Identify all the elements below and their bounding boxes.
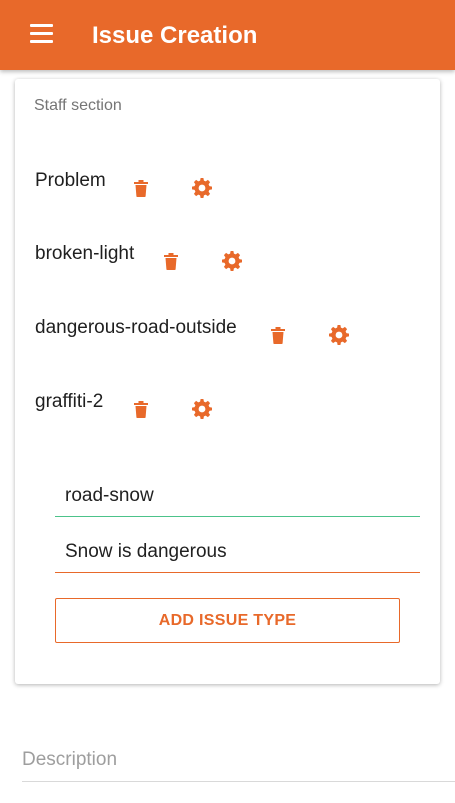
issue-type-label: graffiti-2 bbox=[35, 391, 104, 412]
gear-icon[interactable] bbox=[221, 250, 243, 272]
issue-type-row: dangerous-road-outside bbox=[35, 317, 375, 357]
issue-type-name-input[interactable] bbox=[55, 477, 420, 515]
page-title: Issue Creation bbox=[92, 22, 258, 49]
input-underline bbox=[55, 572, 420, 573]
input-underline bbox=[22, 781, 455, 782]
gear-icon[interactable] bbox=[328, 324, 350, 346]
issue-type-row: graffiti-2 bbox=[35, 391, 235, 431]
issue-type-label: broken-light bbox=[35, 243, 135, 264]
hamburger-menu-icon[interactable] bbox=[30, 24, 54, 44]
input-underline bbox=[55, 516, 420, 517]
add-issue-type-button[interactable]: ADD ISSUE TYPE bbox=[55, 598, 400, 643]
issue-type-label: Problem bbox=[35, 170, 106, 191]
trash-icon[interactable] bbox=[160, 250, 182, 272]
issue-type-label: dangerous-road-outside bbox=[35, 317, 237, 338]
trash-icon[interactable] bbox=[130, 177, 152, 199]
issue-type-row: Problem bbox=[35, 170, 235, 210]
app-bar: Issue Creation bbox=[0, 0, 455, 70]
gear-icon[interactable] bbox=[191, 398, 213, 420]
issue-type-name-field bbox=[55, 477, 420, 517]
staff-section-card: Staff section Problem broken-light dange… bbox=[15, 79, 440, 684]
issue-type-row: broken-light bbox=[35, 243, 275, 283]
trash-icon[interactable] bbox=[267, 324, 289, 346]
trash-icon[interactable] bbox=[130, 398, 152, 420]
gear-icon[interactable] bbox=[191, 177, 213, 199]
description-input[interactable] bbox=[22, 740, 455, 780]
description-field bbox=[22, 740, 455, 782]
issue-type-description-input[interactable] bbox=[55, 533, 420, 571]
issue-type-description-field bbox=[55, 533, 420, 573]
staff-section-heading: Staff section bbox=[34, 97, 122, 114]
